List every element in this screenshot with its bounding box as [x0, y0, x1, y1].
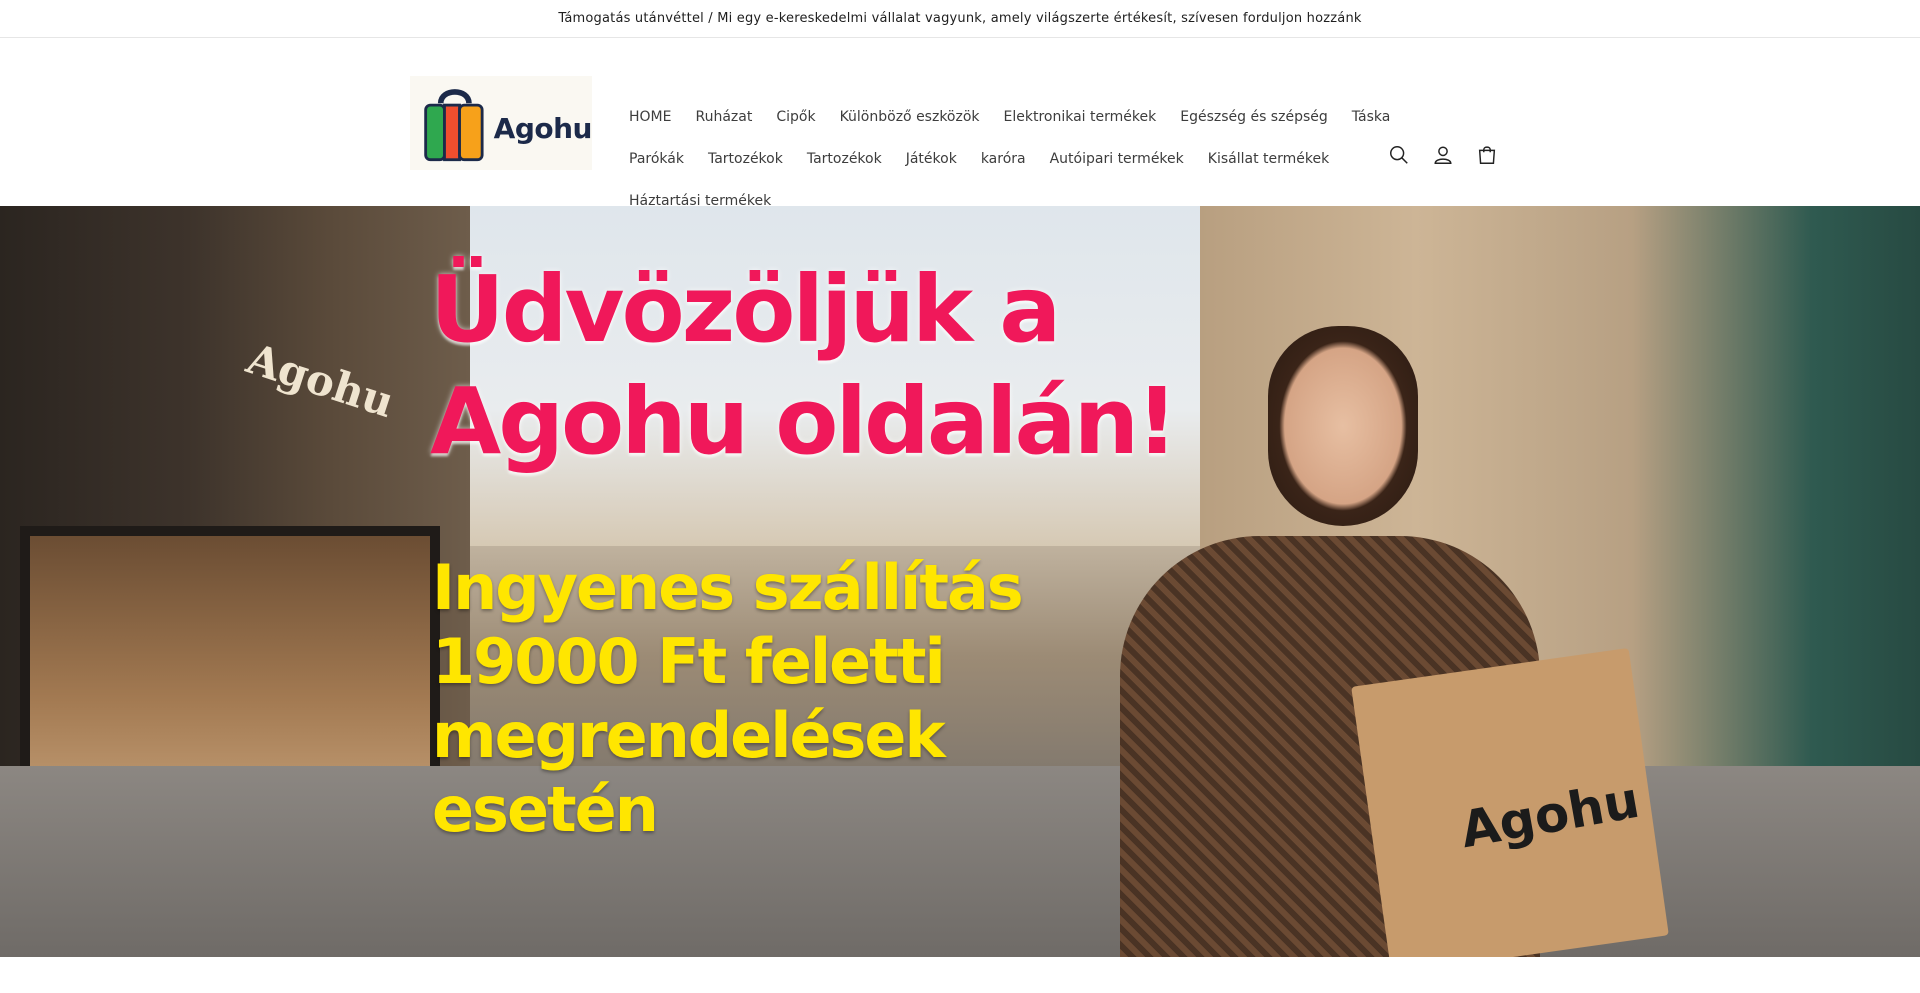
nav-item-parokak[interactable]: Parókák	[617, 151, 696, 167]
hero-subtitle: Ingyenes szállítás 19000 Ft feletti megr…	[432, 551, 1112, 847]
hero-sub-line3: megrendelések	[432, 699, 946, 772]
nav-item-kisallat-termekek[interactable]: Kisállat termékek	[1196, 151, 1341, 167]
hero-title-line1: Üdvözöljük a	[430, 256, 1061, 363]
shopping-bag-logo-icon	[424, 89, 484, 162]
search-icon	[1390, 146, 1408, 164]
hero-banner[interactable]: Agohu Agohu Üdvözöljük a Agohu oldalán! …	[0, 206, 1920, 957]
hero-sub-line2: 19000 Ft feletti	[432, 625, 946, 698]
account-icon	[1434, 146, 1452, 164]
account-button[interactable]	[1429, 141, 1457, 169]
header-icons	[1385, 141, 1501, 169]
hero-title: Üdvözöljük a Agohu oldalán!	[430, 254, 1178, 478]
logo-text: Agohu	[493, 111, 593, 145]
nav-item-tartozekok-1[interactable]: Tartozékok	[696, 151, 795, 167]
cart-button[interactable]	[1473, 141, 1501, 169]
site-header: Agohu HOME Ruházat Cipők Különböző eszkö…	[0, 38, 1920, 209]
nav-row-2: Parókák Tartozékok Tartozékok Játékok ka…	[617, 138, 1377, 180]
nav-item-autoipari-termekek[interactable]: Autóipari termékek	[1038, 151, 1196, 167]
hero-sub-line4: esetén	[432, 773, 659, 846]
announcement-bar: Támogatás utánvéttel / Mi egy e-keresked…	[0, 0, 1920, 38]
main-nav: HOME Ruházat Cipők Különböző eszközök El…	[617, 96, 1390, 222]
cart-icon	[1478, 146, 1496, 164]
announcement-text: Támogatás utánvéttel / Mi egy e-keresked…	[558, 11, 1362, 26]
nav-item-jatekok[interactable]: Játékok	[894, 151, 969, 167]
nav-item-ruhazat[interactable]: Ruházat	[683, 109, 764, 125]
search-button[interactable]	[1385, 141, 1413, 169]
nav-item-taska[interactable]: Táska	[1340, 109, 1403, 125]
nav-item-home[interactable]: HOME	[617, 109, 683, 125]
nav-item-egeszseg-es-szepseg[interactable]: Egészség és szépség	[1168, 109, 1340, 125]
nav-row-1: HOME Ruházat Cipők Különböző eszközök El…	[617, 96, 1390, 138]
hero-title-line2: Agohu oldalán!	[430, 368, 1178, 475]
nav-item-tartozekok-2[interactable]: Tartozékok	[795, 151, 894, 167]
hero-sub-line1: Ingyenes szállítás	[432, 551, 1024, 624]
logo[interactable]: Agohu	[410, 76, 593, 170]
nav-item-elektronikai-termekek[interactable]: Elektronikai termékek	[992, 109, 1169, 125]
nav-item-cipok[interactable]: Cipők	[764, 109, 827, 125]
hero-woman-head	[1268, 326, 1418, 526]
nav-item-kulonbozo-eszkozok[interactable]: Különböző eszközök	[828, 109, 992, 125]
nav-item-karora[interactable]: karóra	[969, 151, 1038, 167]
